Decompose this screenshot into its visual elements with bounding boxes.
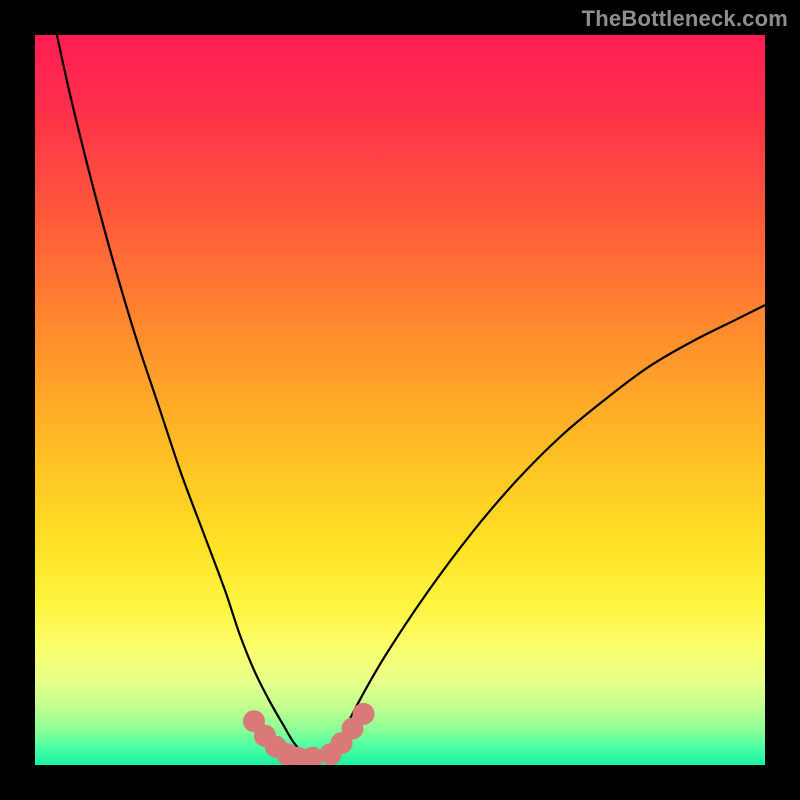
- chart-frame: TheBottleneck.com: [0, 0, 800, 800]
- data-point: [353, 703, 375, 725]
- watermark: TheBottleneck.com: [582, 6, 788, 32]
- plot-area: [35, 35, 765, 765]
- bottleneck-curve: [35, 35, 765, 765]
